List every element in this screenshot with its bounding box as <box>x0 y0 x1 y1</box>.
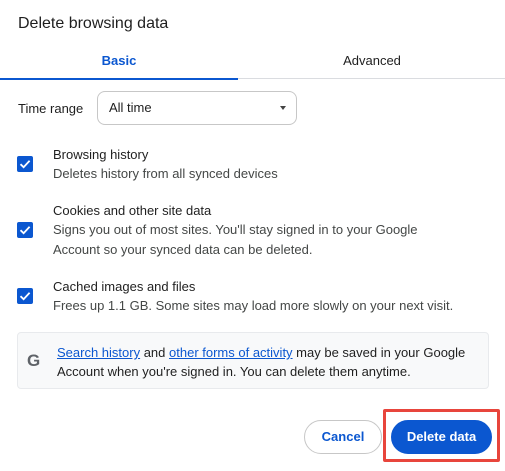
checkbox-cached-images[interactable] <box>17 288 33 304</box>
time-range-select[interactable]: All time <box>97 91 297 125</box>
tab-basic[interactable]: Basic <box>0 45 238 80</box>
option-title-cached-images: Cached images and files <box>53 279 196 294</box>
search-history-link[interactable]: Search history <box>57 345 140 360</box>
option-title-browsing-history: Browsing history <box>53 147 149 162</box>
option-desc-browsing-history: Deletes history from all synced devices <box>53 166 278 181</box>
option-desc-cookies: Signs you out of most sites. You'll stay… <box>53 222 418 257</box>
tab-basic-label: Basic <box>101 53 137 68</box>
info-text: Search history and other forms of activi… <box>57 343 482 381</box>
time-range-value: All time <box>109 100 152 115</box>
time-range-label: Time range <box>18 100 84 116</box>
tab-selected-indicator <box>0 78 238 80</box>
checkmark-icon <box>19 226 31 235</box>
time-range-row: Time range All time <box>18 91 297 125</box>
checkmark-icon <box>19 292 31 301</box>
tab-bar: Basic Advanced <box>0 45 505 80</box>
delete-data-button[interactable]: Delete data <box>391 420 492 454</box>
tab-advanced-label: Advanced <box>343 53 401 68</box>
dropdown-caret-icon <box>280 106 286 110</box>
checkbox-browsing-history[interactable] <box>17 156 33 172</box>
dialog-title: Delete browsing data <box>18 15 169 32</box>
option-title-cookies: Cookies and other site data <box>53 203 212 218</box>
delete-browsing-data-dialog: Delete browsing data Basic Advanced Time… <box>0 0 505 471</box>
google-activity-info-box: G Search history and other forms of acti… <box>17 332 489 389</box>
option-desc-cached-images: Frees up 1.1 GB. Some sites may load mor… <box>53 298 454 313</box>
cancel-button[interactable]: Cancel <box>304 420 382 454</box>
info-text-part1: and <box>140 345 170 360</box>
tab-advanced[interactable]: Advanced <box>253 45 491 79</box>
other-activity-link[interactable]: other forms of activity <box>169 345 293 360</box>
checkbox-cookies[interactable] <box>17 222 33 238</box>
google-g-icon: G <box>27 351 41 370</box>
checkmark-icon <box>19 160 31 169</box>
